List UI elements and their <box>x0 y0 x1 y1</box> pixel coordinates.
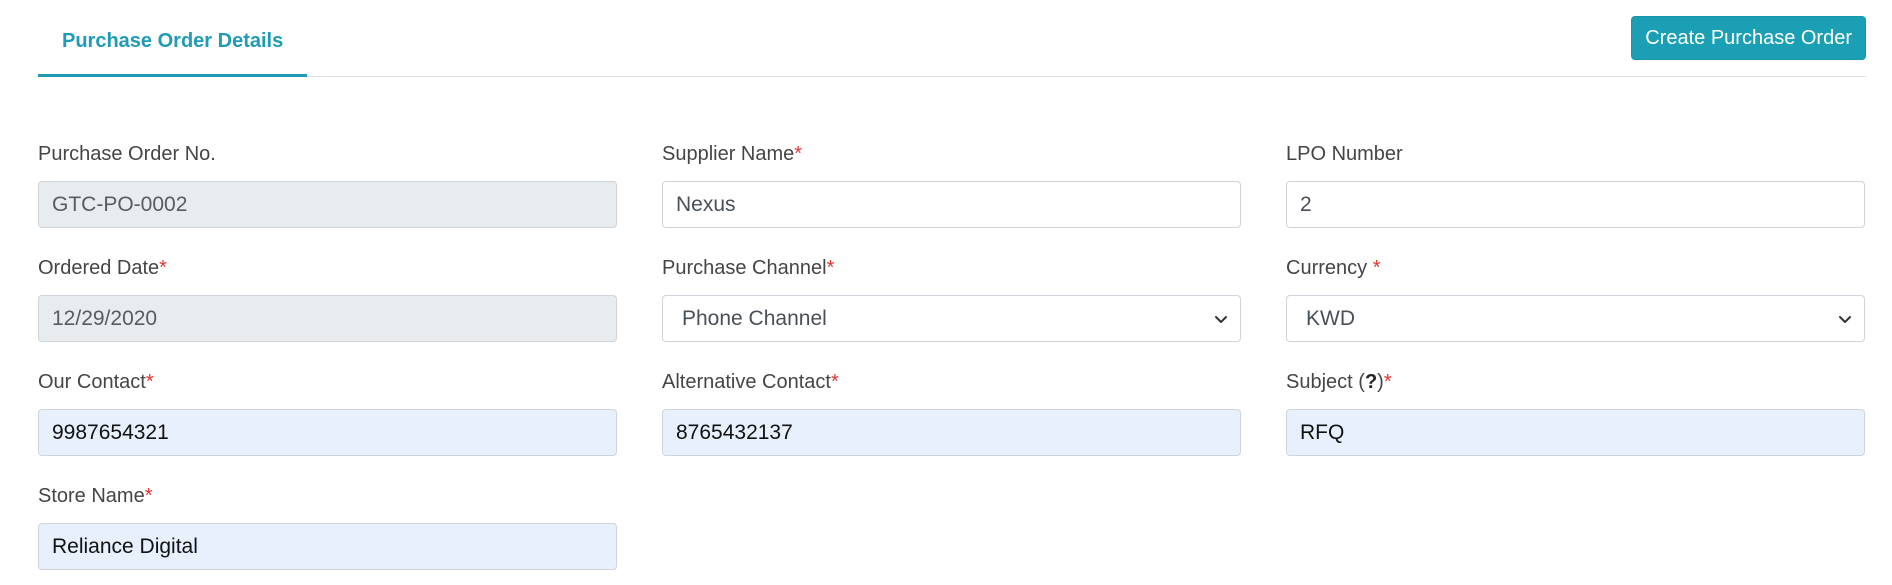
required-marker: * <box>145 371 154 393</box>
purchase-order-no-label: Purchase Order No. <box>38 143 216 165</box>
supplier-name-field: Supplier Name* Nexus <box>662 139 1241 253</box>
purchase-channel-field: Purchase Channel* Phone Channel <box>662 253 1241 367</box>
lpo-number-field: LPO Number 2 <box>1286 139 1865 253</box>
create-purchase-order-button[interactable]: Create Purchase Order <box>1631 16 1866 60</box>
required-marker: * <box>830 371 839 393</box>
purchase-order-page: Purchase Order Details Create Purchase O… <box>0 0 1892 585</box>
alternative-contact-input[interactable]: 8765432137 <box>662 409 1241 456</box>
alternative-contact-field: Alternative Contact* 8765432137 <box>662 367 1241 481</box>
purchase-channel-select[interactable]: Phone Channel <box>662 295 1241 342</box>
purchase-order-no-field: Purchase Order No. GTC-PO-0002 <box>38 139 617 253</box>
currency-label: Currency * <box>1286 257 1381 279</box>
lpo-number-label: LPO Number <box>1286 143 1403 165</box>
store-name-input[interactable]: Reliance Digital <box>38 523 617 570</box>
subject-field: Subject (?)* RFQ <box>1286 367 1865 481</box>
currency-field: Currency * KWD <box>1286 253 1865 367</box>
purchase-order-form: Purchase Order No. GTC-PO-0002 Supplier … <box>38 139 1866 585</box>
currency-select[interactable]: KWD <box>1286 295 1865 342</box>
alternative-contact-label: Alternative Contact* <box>662 371 839 393</box>
required-marker: * <box>144 485 153 507</box>
chevron-down-icon <box>1839 315 1851 323</box>
ordered-date-label: Ordered Date* <box>38 257 167 279</box>
required-marker: * <box>794 143 803 165</box>
store-name-field: Store Name* Reliance Digital <box>38 481 617 585</box>
chevron-down-icon <box>1215 315 1227 323</box>
help-icon[interactable]: ? <box>1365 371 1377 393</box>
store-name-label: Store Name* <box>38 485 153 507</box>
our-contact-label: Our Contact* <box>38 371 154 393</box>
purchase-order-no-input: GTC-PO-0002 <box>38 181 617 228</box>
our-contact-field: Our Contact* 9987654321 <box>38 367 617 481</box>
our-contact-input[interactable]: 9987654321 <box>38 409 617 456</box>
required-marker: * <box>1372 257 1381 279</box>
required-marker: * <box>1383 371 1392 393</box>
currency-value: KWD <box>1306 306 1355 330</box>
ordered-date-field: Ordered Date* 12/29/2020 <box>38 253 617 367</box>
lpo-number-input[interactable]: 2 <box>1286 181 1865 228</box>
purchase-channel-label: Purchase Channel* <box>662 257 835 279</box>
subject-label: Subject (?)* <box>1286 371 1392 393</box>
subject-input[interactable]: RFQ <box>1286 409 1865 456</box>
supplier-name-input[interactable]: Nexus <box>662 181 1241 228</box>
required-marker: * <box>159 257 167 279</box>
supplier-name-label: Supplier Name* <box>662 143 803 165</box>
purchase-channel-value: Phone Channel <box>682 306 827 330</box>
tab-bar: Purchase Order Details Create Purchase O… <box>38 0 1866 77</box>
ordered-date-input[interactable]: 12/29/2020 <box>38 295 617 342</box>
tab-purchase-order-details[interactable]: Purchase Order Details <box>38 0 308 77</box>
required-marker: * <box>826 257 835 279</box>
